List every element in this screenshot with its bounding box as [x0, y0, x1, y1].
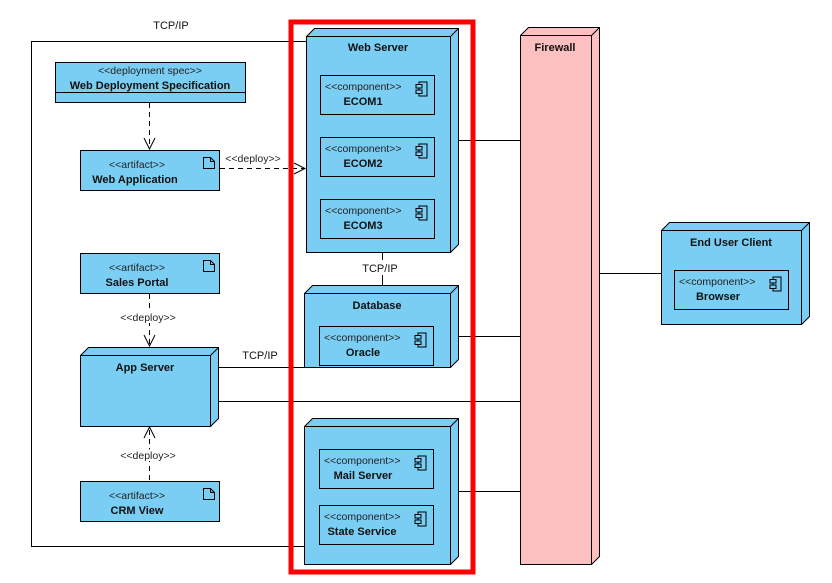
- stereotype-label: <<deployment spec>>: [98, 65, 202, 77]
- component-name: ECOM2: [343, 158, 382, 170]
- stereotype-label: <<component>>: [325, 81, 401, 93]
- component-ecom3[interactable]: <<component>> ECOM3: [320, 199, 435, 239]
- component-name: ECOM1: [343, 96, 382, 108]
- component-ecom2[interactable]: <<component>> ECOM2: [320, 137, 435, 177]
- stereotype-label: <<component>>: [324, 511, 400, 523]
- deployment-diagram: TCP/IP TCP/IP TCP/IP <<deploy>> <<deploy…: [31, 19, 810, 575]
- component-name: State Service: [327, 526, 396, 538]
- stereotype-label: <<component>>: [325, 143, 401, 155]
- component-oracle[interactable]: <<component>> Oracle: [319, 326, 434, 366]
- artifact-name: Web Application: [92, 174, 178, 186]
- component-state-service[interactable]: <<component>> State Service: [319, 505, 434, 545]
- stereotype-label: <<component>>: [325, 205, 401, 217]
- stereotype-label: <<artifact>>: [109, 262, 165, 274]
- component-browser[interactable]: <<component>> Browser: [674, 270, 789, 310]
- component-mail-server[interactable]: <<component>> Mail Server: [319, 449, 434, 489]
- deploy-webapp-label: <<deploy>>: [225, 153, 280, 165]
- artifact-sales-portal[interactable]: <<artifact>> Sales Portal: [80, 253, 220, 294]
- node-firewall[interactable]: Firewall: [520, 27, 600, 565]
- stereotype-label: <<artifact>>: [109, 159, 165, 171]
- deploy-sales-label: <<deploy>>: [120, 312, 175, 324]
- artifact-crm-view[interactable]: <<artifact>> CRM View: [80, 481, 220, 522]
- stereotype-label: <<artifact>>: [109, 490, 165, 502]
- node-name: Web Server: [348, 42, 409, 54]
- artifact-web-application[interactable]: <<artifact>> Web Application: [80, 150, 220, 191]
- component-name: ECOM3: [343, 220, 382, 232]
- artifact-name: Sales Portal: [106, 277, 169, 289]
- stereotype-label: <<component>>: [324, 455, 400, 467]
- component-ecom1[interactable]: <<component>> ECOM1: [320, 75, 435, 115]
- component-name: Browser: [696, 291, 741, 303]
- tcpip-webdb-label: TCP/IP: [362, 263, 397, 275]
- node-name: Firewall: [535, 42, 576, 54]
- deploy-crm-label: <<deploy>>: [120, 450, 175, 462]
- component-name: Oracle: [346, 347, 380, 359]
- tcpip-top-label: TCP/IP: [153, 20, 188, 32]
- stereotype-label: <<component>>: [679, 276, 755, 288]
- artifact-name: CRM View: [111, 505, 164, 517]
- component-name: Mail Server: [334, 470, 393, 482]
- spec-name: Web Deployment Specification: [70, 80, 231, 92]
- tcpip-app-label: TCP/IP: [242, 350, 277, 362]
- node-name: Database: [353, 300, 402, 312]
- stereotype-label: <<component>>: [324, 332, 400, 344]
- node-name: End User Client: [690, 237, 772, 249]
- deployment-spec[interactable]: <<deployment spec>> Web Deployment Speci…: [55, 62, 246, 103]
- node-name: App Server: [116, 362, 175, 374]
- node-app-server[interactable]: App Server: [80, 347, 219, 427]
